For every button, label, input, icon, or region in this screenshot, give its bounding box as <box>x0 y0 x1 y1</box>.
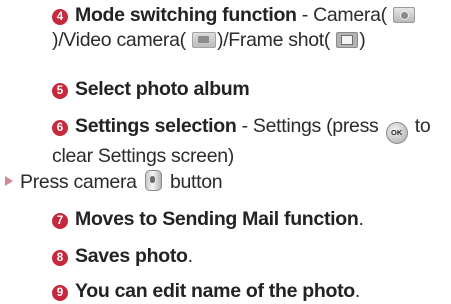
separator: - <box>296 4 314 26</box>
item-text: )/Frame shot( <box>217 29 331 51</box>
number-badge: 4 <box>52 9 68 25</box>
trailing-period: . <box>187 245 193 267</box>
number-badge: 6 <box>52 120 68 136</box>
trailing-period: . <box>354 280 361 302</box>
number-badge: 8 <box>52 250 68 266</box>
frame-shot-icon <box>336 32 359 48</box>
trailing-period: . <box>358 208 364 230</box>
item-text: Camera( <box>313 4 387 26</box>
item-title: Saves photo <box>75 245 188 267</box>
number-badge: 5 <box>52 83 68 99</box>
list-item-saves-photo: 8 Saves photo. <box>52 244 443 269</box>
item-title: Select photo album <box>75 78 250 100</box>
item-text: Settings (press <box>252 115 379 137</box>
item-title: Mode switching function <box>75 4 297 26</box>
camera-mode-icon <box>392 7 415 23</box>
list-item-mode-switching: 4 Mode switching function - Camera( )/Vid… <box>52 3 443 53</box>
list-item-settings-selection: 6 Settings selection - Settings (press OK… <box>52 114 443 169</box>
item-text: ) <box>359 29 366 51</box>
bullet-arrow-icon <box>5 176 13 186</box>
item-title: Moves to Sending Mail function <box>75 208 359 230</box>
camera-button-icon <box>144 170 162 191</box>
video-mode-icon <box>192 32 216 48</box>
number-badge: 7 <box>52 213 68 229</box>
item-text: Press camera <box>20 171 137 193</box>
separator: - <box>236 115 253 137</box>
item-title: You can edit name of the photo <box>75 280 355 302</box>
ok-key-icon: OK <box>385 122 408 144</box>
list-item-sending-mail: 7 Moves to Sending Mail function. <box>52 207 443 232</box>
list-item-press-camera: Press camera button <box>5 170 223 195</box>
number-badge: 9 <box>52 285 68 301</box>
item-text: )/Video camera( <box>52 29 186 51</box>
list-item-select-album: 5 Select photo album <box>52 77 443 102</box>
item-text: button <box>169 171 223 193</box>
item-title: Settings selection <box>75 115 237 137</box>
list-item-edit-name: 9 You can edit name of the photo. <box>52 279 443 304</box>
